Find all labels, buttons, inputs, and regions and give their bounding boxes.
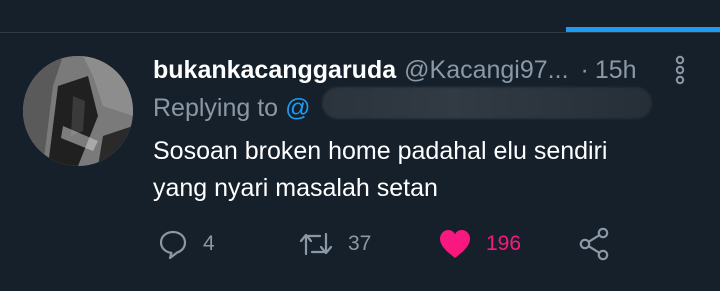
tweet-text: Sosoan broken home padahal elu sendiri y…	[153, 133, 673, 207]
reply-button[interactable]: 4	[157, 226, 215, 262]
display-name[interactable]: bukankacanggaruda	[153, 56, 396, 85]
retweet-button[interactable]: 37	[298, 226, 371, 262]
retweet-icon	[299, 232, 333, 256]
separator-dot: ·	[580, 55, 589, 84]
reply-icon	[159, 230, 187, 260]
user-handle[interactable]: @Kacangi97...	[404, 56, 568, 85]
replying-to-label: Replying to	[153, 93, 279, 122]
like-button[interactable]: 196	[438, 226, 521, 262]
active-tab-indicator	[566, 27, 720, 32]
more-vertical-icon[interactable]	[670, 54, 690, 86]
share-icon	[579, 227, 609, 261]
tweet-text-line: Sosoan broken home padahal elu sendiri	[153, 137, 608, 165]
like-count: 196	[486, 232, 522, 255]
heart-icon	[440, 230, 470, 258]
avatar[interactable]	[23, 56, 133, 166]
top-divider	[0, 32, 720, 33]
action-bar: 4 37 196	[0, 226, 720, 262]
tweet-header: bukankacanggaruda @Kacangi97... · 15h	[153, 54, 637, 86]
timestamp[interactable]: 15h	[595, 56, 637, 85]
retweet-count: 37	[348, 232, 372, 255]
tweet-text-line: yang nyari masalah setan	[153, 174, 438, 202]
avatar-image	[23, 56, 133, 166]
share-button[interactable]	[579, 226, 611, 262]
redacted-handle	[322, 87, 652, 119]
replying-to: Replying to @	[153, 92, 310, 124]
replying-to-handle[interactable]: @	[285, 94, 310, 123]
reply-count: 4	[203, 232, 215, 255]
